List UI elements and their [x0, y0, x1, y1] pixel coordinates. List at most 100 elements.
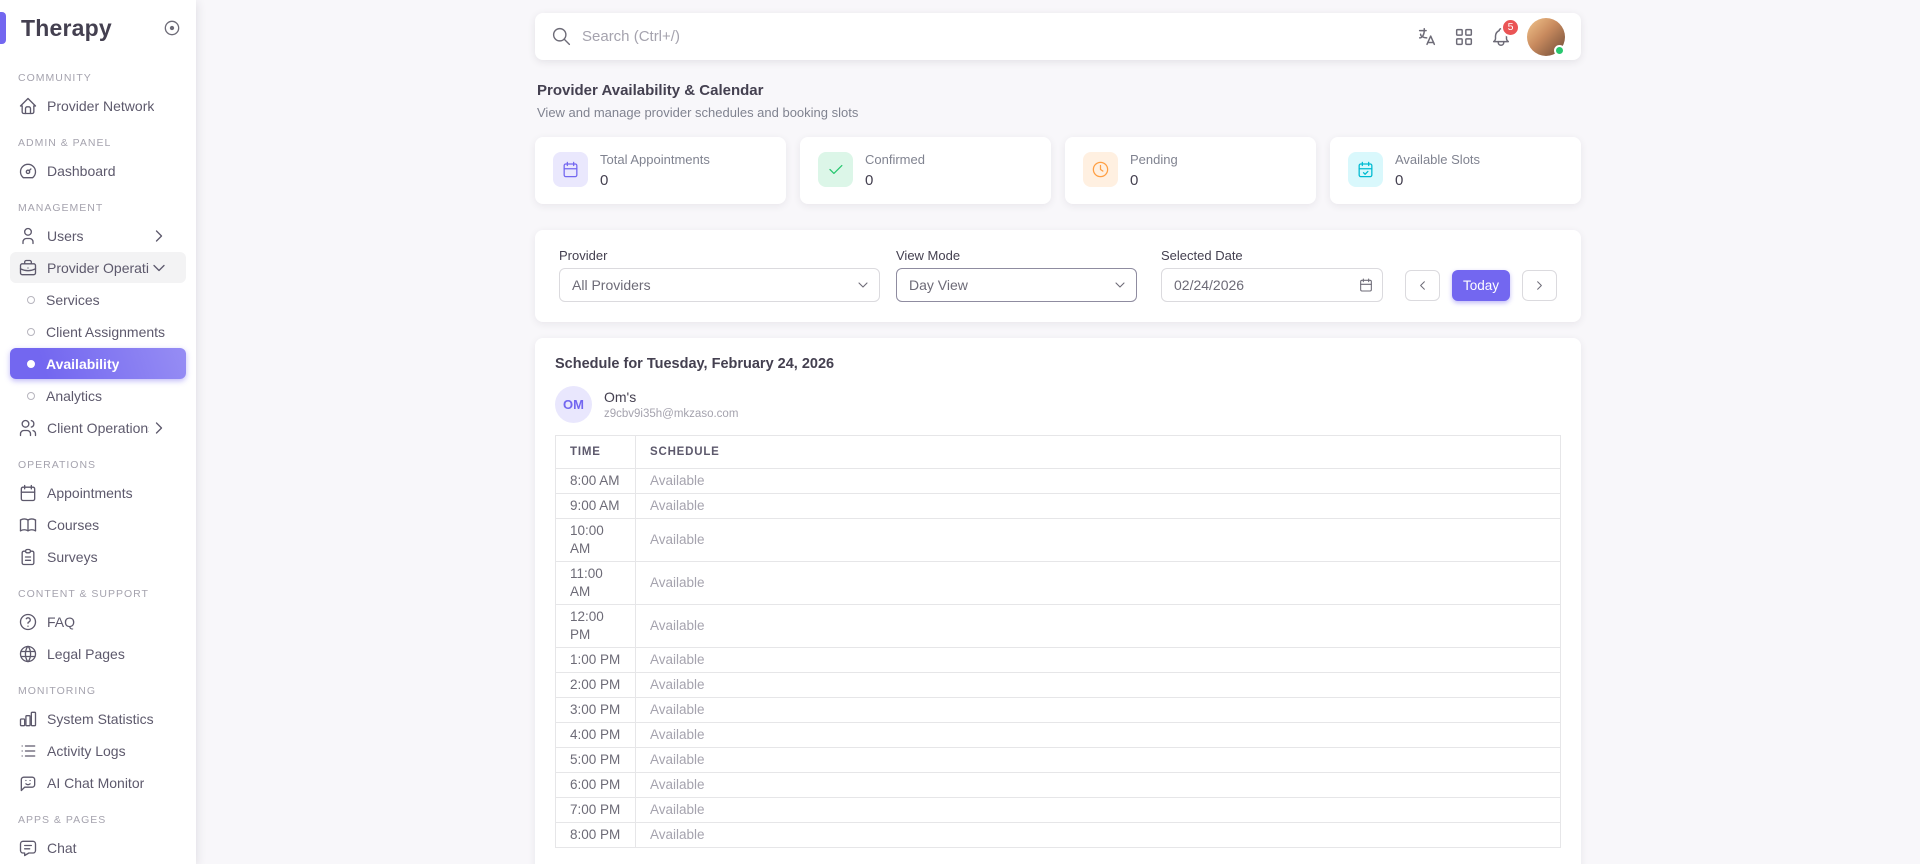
sidebar-item-label: Chat: [47, 839, 77, 856]
sidebar-item-activity-logs[interactable]: Activity Logs: [10, 735, 186, 766]
table-row: 4:00 PM Available: [555, 722, 1561, 748]
stat-card-confirmed: Confirmed 0: [800, 137, 1051, 204]
topbar-icons: 5: [1416, 17, 1565, 56]
view-mode-select[interactable]: Day View: [896, 268, 1137, 302]
stat-value: 0: [1395, 172, 1404, 189]
slot-cell: Available: [635, 672, 1561, 698]
home-icon: [19, 97, 37, 114]
sidebar-item-label: Client Assignments: [46, 323, 166, 340]
sidebar-item-label: Client Operations: [47, 419, 149, 436]
provider-name: Om's: [604, 389, 637, 405]
date-nav-buttons: Today: [1404, 270, 1557, 301]
chevron-down-icon: [153, 264, 165, 271]
nav-section-apps-pages: APPS & PAGES: [18, 814, 107, 826]
sidebar-item-provider-operations[interactable]: Provider Operations: [10, 252, 186, 283]
provider-select[interactable]: All Providers: [559, 268, 880, 302]
shortcuts-button[interactable]: [1453, 26, 1475, 48]
online-status-dot: [1554, 44, 1565, 56]
sidebar-item-surveys[interactable]: Surveys: [10, 541, 186, 572]
page-title: Provider Availability & Calendar: [537, 82, 764, 99]
language-button[interactable]: [1416, 26, 1438, 48]
table-row: 9:00 AM Available: [555, 493, 1561, 519]
globe-icon: [19, 645, 37, 662]
sidebar-item-label: AI Chat Monitor: [47, 774, 145, 791]
message-icon: [19, 840, 37, 856]
table-row: 7:00 PM Available: [555, 797, 1561, 823]
stat-card-total-appointments: Total Appointments 0: [535, 137, 786, 204]
clock-icon: [1083, 152, 1118, 187]
sidebar-item-ai-chat-monitor[interactable]: AI Chat Monitor: [10, 767, 186, 798]
stat-value: 0: [865, 172, 874, 189]
provider-email: z9cbv9i35h@mkzaso.com: [604, 408, 739, 420]
table-row: 8:00 AM Available: [555, 468, 1561, 494]
stat-label: Available Slots: [1395, 152, 1481, 167]
user-avatar[interactable]: [1527, 17, 1565, 56]
time-cell: 9:00 AM: [555, 493, 636, 519]
topbar: 5: [535, 13, 1581, 60]
nav-section-monitoring: MONITORING: [18, 685, 97, 697]
date-input[interactable]: [1161, 268, 1383, 302]
calendar-icon: [553, 152, 588, 187]
sidebar-item-appointments[interactable]: Appointments: [10, 477, 186, 508]
sidebar-item-client-operations[interactable]: Client Operations: [10, 412, 186, 443]
schedule-table: Time Schedule 8:00 AM Available 9:00 AM Av…: [555, 435, 1561, 848]
sidebar-subitem-analytics[interactable]: Analytics: [10, 380, 186, 411]
time-cell: 6:00 PM: [555, 772, 636, 798]
table-row: 11:00 AM Available: [555, 561, 1561, 605]
stat-card-pending: Pending 0: [1065, 137, 1316, 204]
notifications-button[interactable]: 5: [1490, 17, 1520, 48]
schedule-heading: Schedule for Tuesday, February 24, 2026: [555, 356, 835, 372]
sidebar-item-label: System Statistics: [47, 710, 154, 727]
table-row: 10:00 AM Available: [555, 518, 1561, 562]
sidebar-nav: COMMUNITY Provider Network ADMIN & PANEL…: [0, 72, 196, 863]
sidebar-item-chat[interactable]: Chat: [10, 832, 186, 863]
stat-card-available-slots: Available Slots 0: [1330, 137, 1581, 204]
time-cell: 11:00 AM: [555, 561, 636, 605]
list-icon: [21, 744, 36, 757]
table-header-row: Time Schedule: [555, 435, 1561, 469]
sidebar-item-label: Analytics: [46, 387, 103, 404]
selected-date-field: Selected Date: [1161, 248, 1383, 302]
sidebar-item-faq[interactable]: FAQ: [10, 606, 186, 637]
logo-mark: [0, 12, 6, 44]
sidebar-item-dashboard[interactable]: Dashboard: [10, 155, 186, 186]
search-icon: [552, 27, 571, 46]
sidebar-item-label: Surveys: [47, 548, 98, 565]
sidebar-item-provider-network[interactable]: Provider Network: [10, 90, 186, 121]
sidebar-subitem-availability[interactable]: Availability: [10, 348, 186, 379]
sidebar-pin-button[interactable]: [162, 18, 182, 38]
notification-badge: 5: [1501, 17, 1520, 37]
table-row: 3:00 PM Available: [555, 697, 1561, 723]
today-button[interactable]: Today: [1451, 270, 1510, 301]
sidebar-item-legal-pages[interactable]: Legal Pages: [10, 638, 186, 669]
chatbot-icon: [20, 776, 36, 791]
sidebar-item-users[interactable]: Users: [10, 220, 186, 251]
app-logo[interactable]: Therapy: [21, 15, 162, 42]
nav-section-content-support: CONTENT & SUPPORT: [18, 588, 149, 600]
user-icon: [22, 227, 34, 244]
sidebar-item-courses[interactable]: Courses: [10, 509, 186, 540]
calendar-check-icon: [1348, 152, 1383, 187]
provider-row: OM Om's z9cbv9i35h@mkzaso.com: [555, 386, 1561, 423]
sidebar: Therapy COMMUNITY Provider Network ADMIN…: [0, 0, 196, 864]
slot-cell: Available: [635, 822, 1561, 848]
filter-card: Provider All Providers View Mode Day Vie…: [535, 230, 1581, 322]
provider-label: Provider: [559, 248, 608, 263]
previous-day-button[interactable]: [1404, 270, 1440, 301]
circle-dot-icon: [164, 20, 180, 36]
sidebar-item-label: Provider Network: [47, 97, 155, 114]
sidebar-subitem-client-assignments[interactable]: Client Assignments: [10, 316, 186, 347]
sidebar-item-label: Users: [47, 227, 84, 244]
time-cell: 5:00 PM: [555, 747, 636, 773]
slot-cell: Available: [635, 604, 1561, 648]
page-head: Provider Availability & Calendar View an…: [537, 82, 1579, 120]
sidebar-subitem-services[interactable]: Services: [10, 284, 186, 315]
next-day-button[interactable]: [1522, 270, 1557, 301]
sidebar-item-label: Provider Operations: [47, 259, 149, 276]
search-input[interactable]: [582, 28, 1416, 45]
stat-label: Confirmed: [865, 152, 925, 167]
stat-value: 0: [1130, 172, 1139, 189]
table-row: 8:00 PM Available: [555, 822, 1561, 848]
sidebar-item-system-statistics[interactable]: System Statistics: [10, 703, 186, 734]
page-subtitle: View and manage provider schedules and b…: [537, 105, 859, 120]
